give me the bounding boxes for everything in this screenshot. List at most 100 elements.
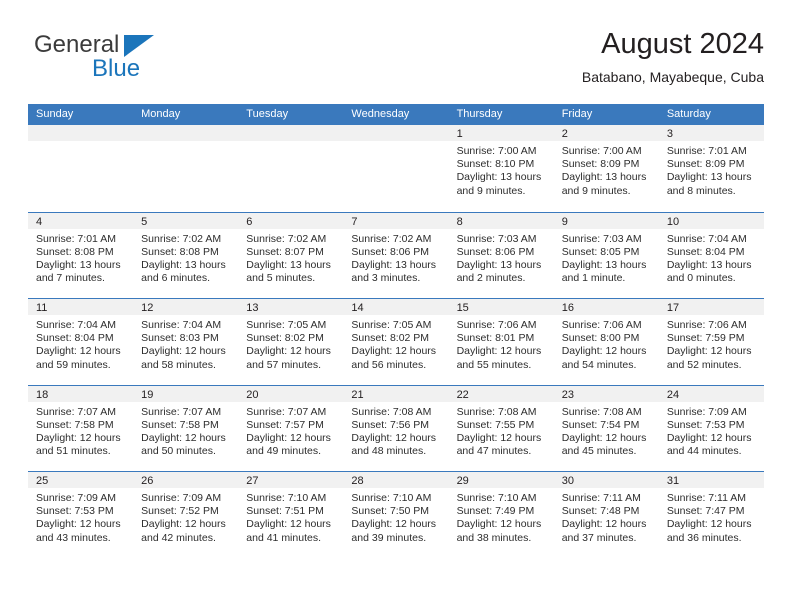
week-row: 4 Sunrise: 7:01 AM Sunset: 8:08 PM Dayli…	[28, 211, 764, 299]
daylight-text: Daylight: 12 hours and 44 minutes.	[666, 431, 752, 458]
day-details	[133, 141, 238, 145]
sunset-text: Sunset: 8:04 PM	[36, 332, 114, 345]
sunset-text: Sunset: 8:04 PM	[666, 245, 745, 258]
daylight-text: Daylight: 13 hours and 5 minutes.	[246, 258, 331, 285]
daylight-text: Daylight: 13 hours and 9 minutes.	[561, 171, 647, 197]
day-cell[interactable]: 19 Sunrise: 7:07 AM Sunset: 7:58 PM Dayl…	[133, 385, 239, 472]
daylight-text: Daylight: 12 hours and 55 minutes.	[456, 345, 542, 371]
day-cell[interactable]: 29 Sunrise: 7:10 AM Sunset: 7:49 PM Dayl…	[448, 472, 554, 558]
day-cell[interactable]: 5 Sunrise: 7:02 AM Sunset: 8:08 PM Dayli…	[133, 212, 239, 299]
day-details: Sunrise: 7:08 AM Sunset: 7:55 PM Dayligh…	[449, 402, 554, 459]
day-cell[interactable]: 22 Sunrise: 7:08 AM Sunset: 7:55 PM Dayl…	[448, 385, 554, 472]
day-number	[343, 125, 449, 141]
day-number: 25	[28, 472, 134, 488]
day-details: Sunrise: 7:09 AM Sunset: 7:53 PM Dayligh…	[659, 402, 764, 459]
day-cell[interactable]: 28 Sunrise: 7:10 AM Sunset: 7:50 PM Dayl…	[343, 472, 449, 558]
sunrise-text: Sunrise: 7:00 AM	[561, 145, 642, 157]
day-cell[interactable]: 13 Sunrise: 7:05 AM Sunset: 8:02 PM Dayl…	[238, 299, 344, 385]
day-cell[interactable]: 16 Sunrise: 7:06 AM Sunset: 8:00 PM Dayl…	[553, 299, 659, 385]
sunset-text: Sunset: 8:10 PM	[456, 158, 535, 171]
day-number: 27	[238, 472, 344, 488]
day-cell[interactable]: 11 Sunrise: 7:04 AM Sunset: 8:04 PM Dayl…	[28, 299, 134, 385]
day-cell[interactable]: 26 Sunrise: 7:09 AM Sunset: 7:52 PM Dayl…	[133, 472, 239, 558]
sunset-text: Sunset: 8:07 PM	[246, 245, 324, 258]
day-cell[interactable]: 20 Sunrise: 7:07 AM Sunset: 7:57 PM Dayl…	[238, 385, 344, 472]
day-details: Sunrise: 7:01 AM Sunset: 8:08 PM Dayligh…	[28, 229, 133, 286]
day-cell[interactable]: 31 Sunrise: 7:11 AM Sunset: 7:47 PM Dayl…	[658, 472, 764, 558]
day-cell[interactable]: 17 Sunrise: 7:06 AM Sunset: 7:59 PM Dayl…	[658, 299, 764, 385]
day-cell[interactable]: 3 Sunrise: 7:01 AM Sunset: 8:09 PM Dayli…	[658, 125, 764, 212]
day-cell[interactable]: 1 Sunrise: 7:00 AM Sunset: 8:10 PM Dayli…	[448, 125, 554, 212]
day-number: 12	[133, 299, 239, 315]
day-cell[interactable]: 9 Sunrise: 7:03 AM Sunset: 8:05 PM Dayli…	[553, 212, 659, 299]
day-cell[interactable]: 30 Sunrise: 7:11 AM Sunset: 7:48 PM Dayl…	[553, 472, 659, 558]
sunrise-text: Sunrise: 7:02 AM	[351, 232, 432, 245]
day-number: 26	[133, 472, 239, 488]
day-number: 23	[553, 385, 659, 402]
day-cell[interactable]: 8 Sunrise: 7:03 AM Sunset: 8:06 PM Dayli…	[448, 212, 554, 299]
day-number: 24	[658, 385, 764, 402]
day-cell[interactable]	[343, 125, 449, 212]
sunset-text: Sunset: 7:58 PM	[36, 418, 114, 431]
daylight-text: Daylight: 12 hours and 56 minutes.	[351, 345, 437, 371]
sunset-text: Sunset: 8:06 PM	[456, 245, 535, 258]
day-cell[interactable]: 21 Sunrise: 7:08 AM Sunset: 7:56 PM Dayl…	[343, 385, 449, 472]
day-cell[interactable]: 12 Sunrise: 7:04 AM Sunset: 8:03 PM Dayl…	[133, 299, 239, 385]
day-details: Sunrise: 7:01 AM Sunset: 8:09 PM Dayligh…	[659, 141, 764, 198]
day-number: 11	[28, 299, 134, 315]
sunrise-text: Sunrise: 7:04 AM	[36, 319, 116, 331]
day-cell[interactable]	[238, 125, 344, 212]
day-cell[interactable]: 27 Sunrise: 7:10 AM Sunset: 7:51 PM Dayl…	[238, 472, 344, 558]
title-block: August 2024 Batabano, Mayabeque, Cuba	[582, 26, 764, 87]
sunset-text: Sunset: 7:55 PM	[456, 418, 535, 431]
day-number: 22	[448, 385, 554, 402]
sunrise-text: Sunrise: 7:01 AM	[36, 232, 116, 245]
sunrise-text: Sunrise: 7:05 AM	[246, 319, 327, 331]
day-details: Sunrise: 7:06 AM Sunset: 8:00 PM Dayligh…	[554, 315, 659, 372]
day-number: 28	[343, 472, 449, 488]
day-number: 5	[133, 212, 239, 229]
day-cell[interactable]: 2 Sunrise: 7:00 AM Sunset: 8:09 PM Dayli…	[553, 125, 659, 212]
day-cell[interactable]	[28, 125, 134, 212]
sunrise-text: Sunrise: 7:09 AM	[666, 405, 747, 418]
day-details: Sunrise: 7:04 AM Sunset: 8:04 PM Dayligh…	[659, 229, 764, 286]
sunset-text: Sunset: 7:56 PM	[351, 418, 430, 431]
day-number: 15	[448, 299, 554, 315]
day-number: 29	[448, 472, 554, 488]
sunrise-text: Sunrise: 7:10 AM	[351, 492, 432, 504]
day-cell[interactable]: 24 Sunrise: 7:09 AM Sunset: 7:53 PM Dayl…	[658, 385, 764, 472]
day-cell[interactable]: 10 Sunrise: 7:04 AM Sunset: 8:04 PM Dayl…	[658, 212, 764, 299]
day-details: Sunrise: 7:02 AM Sunset: 8:07 PM Dayligh…	[238, 229, 343, 286]
sunrise-text: Sunrise: 7:05 AM	[351, 319, 432, 331]
day-details: Sunrise: 7:04 AM Sunset: 8:04 PM Dayligh…	[28, 315, 133, 372]
day-cell[interactable]: 18 Sunrise: 7:07 AM Sunset: 7:58 PM Dayl…	[28, 385, 134, 472]
day-number: 16	[553, 299, 659, 315]
sunset-text: Sunset: 7:52 PM	[141, 505, 219, 518]
day-number	[28, 125, 134, 141]
day-details: Sunrise: 7:07 AM Sunset: 7:58 PM Dayligh…	[133, 402, 238, 459]
day-cell[interactable]: 23 Sunrise: 7:08 AM Sunset: 7:54 PM Dayl…	[553, 385, 659, 472]
sunrise-text: Sunrise: 7:02 AM	[246, 232, 327, 245]
daylight-text: Daylight: 12 hours and 43 minutes.	[36, 518, 121, 544]
day-cell[interactable]	[133, 125, 239, 212]
day-details: Sunrise: 7:11 AM Sunset: 7:48 PM Dayligh…	[554, 488, 659, 545]
day-number: 17	[658, 299, 764, 315]
day-cell[interactable]: 25 Sunrise: 7:09 AM Sunset: 7:53 PM Dayl…	[28, 472, 134, 558]
sunrise-text: Sunrise: 7:10 AM	[456, 492, 537, 504]
week-row: 11 Sunrise: 7:04 AM Sunset: 8:04 PM Dayl…	[28, 298, 764, 385]
day-cell[interactable]: 7 Sunrise: 7:02 AM Sunset: 8:06 PM Dayli…	[343, 212, 449, 299]
day-details: Sunrise: 7:00 AM Sunset: 8:10 PM Dayligh…	[449, 141, 554, 198]
day-cell[interactable]: 4 Sunrise: 7:01 AM Sunset: 8:08 PM Dayli…	[28, 212, 134, 299]
general-blue-logo: General Blue	[34, 32, 254, 90]
daylight-text: Daylight: 13 hours and 3 minutes.	[351, 258, 437, 285]
day-details	[28, 141, 133, 145]
sunset-text: Sunset: 8:08 PM	[36, 245, 114, 258]
sunrise-text: Sunrise: 7:04 AM	[666, 232, 747, 245]
sunrise-text: Sunrise: 7:10 AM	[246, 492, 327, 504]
day-cell[interactable]: 14 Sunrise: 7:05 AM Sunset: 8:02 PM Dayl…	[343, 299, 449, 385]
day-cell[interactable]: 6 Sunrise: 7:02 AM Sunset: 8:07 PM Dayli…	[238, 212, 344, 299]
day-details: Sunrise: 7:02 AM Sunset: 8:08 PM Dayligh…	[133, 229, 238, 286]
day-number: 18	[28, 385, 134, 402]
day-cell[interactable]: 15 Sunrise: 7:06 AM Sunset: 8:01 PM Dayl…	[448, 299, 554, 385]
daylight-text: Daylight: 12 hours and 47 minutes.	[456, 431, 542, 458]
